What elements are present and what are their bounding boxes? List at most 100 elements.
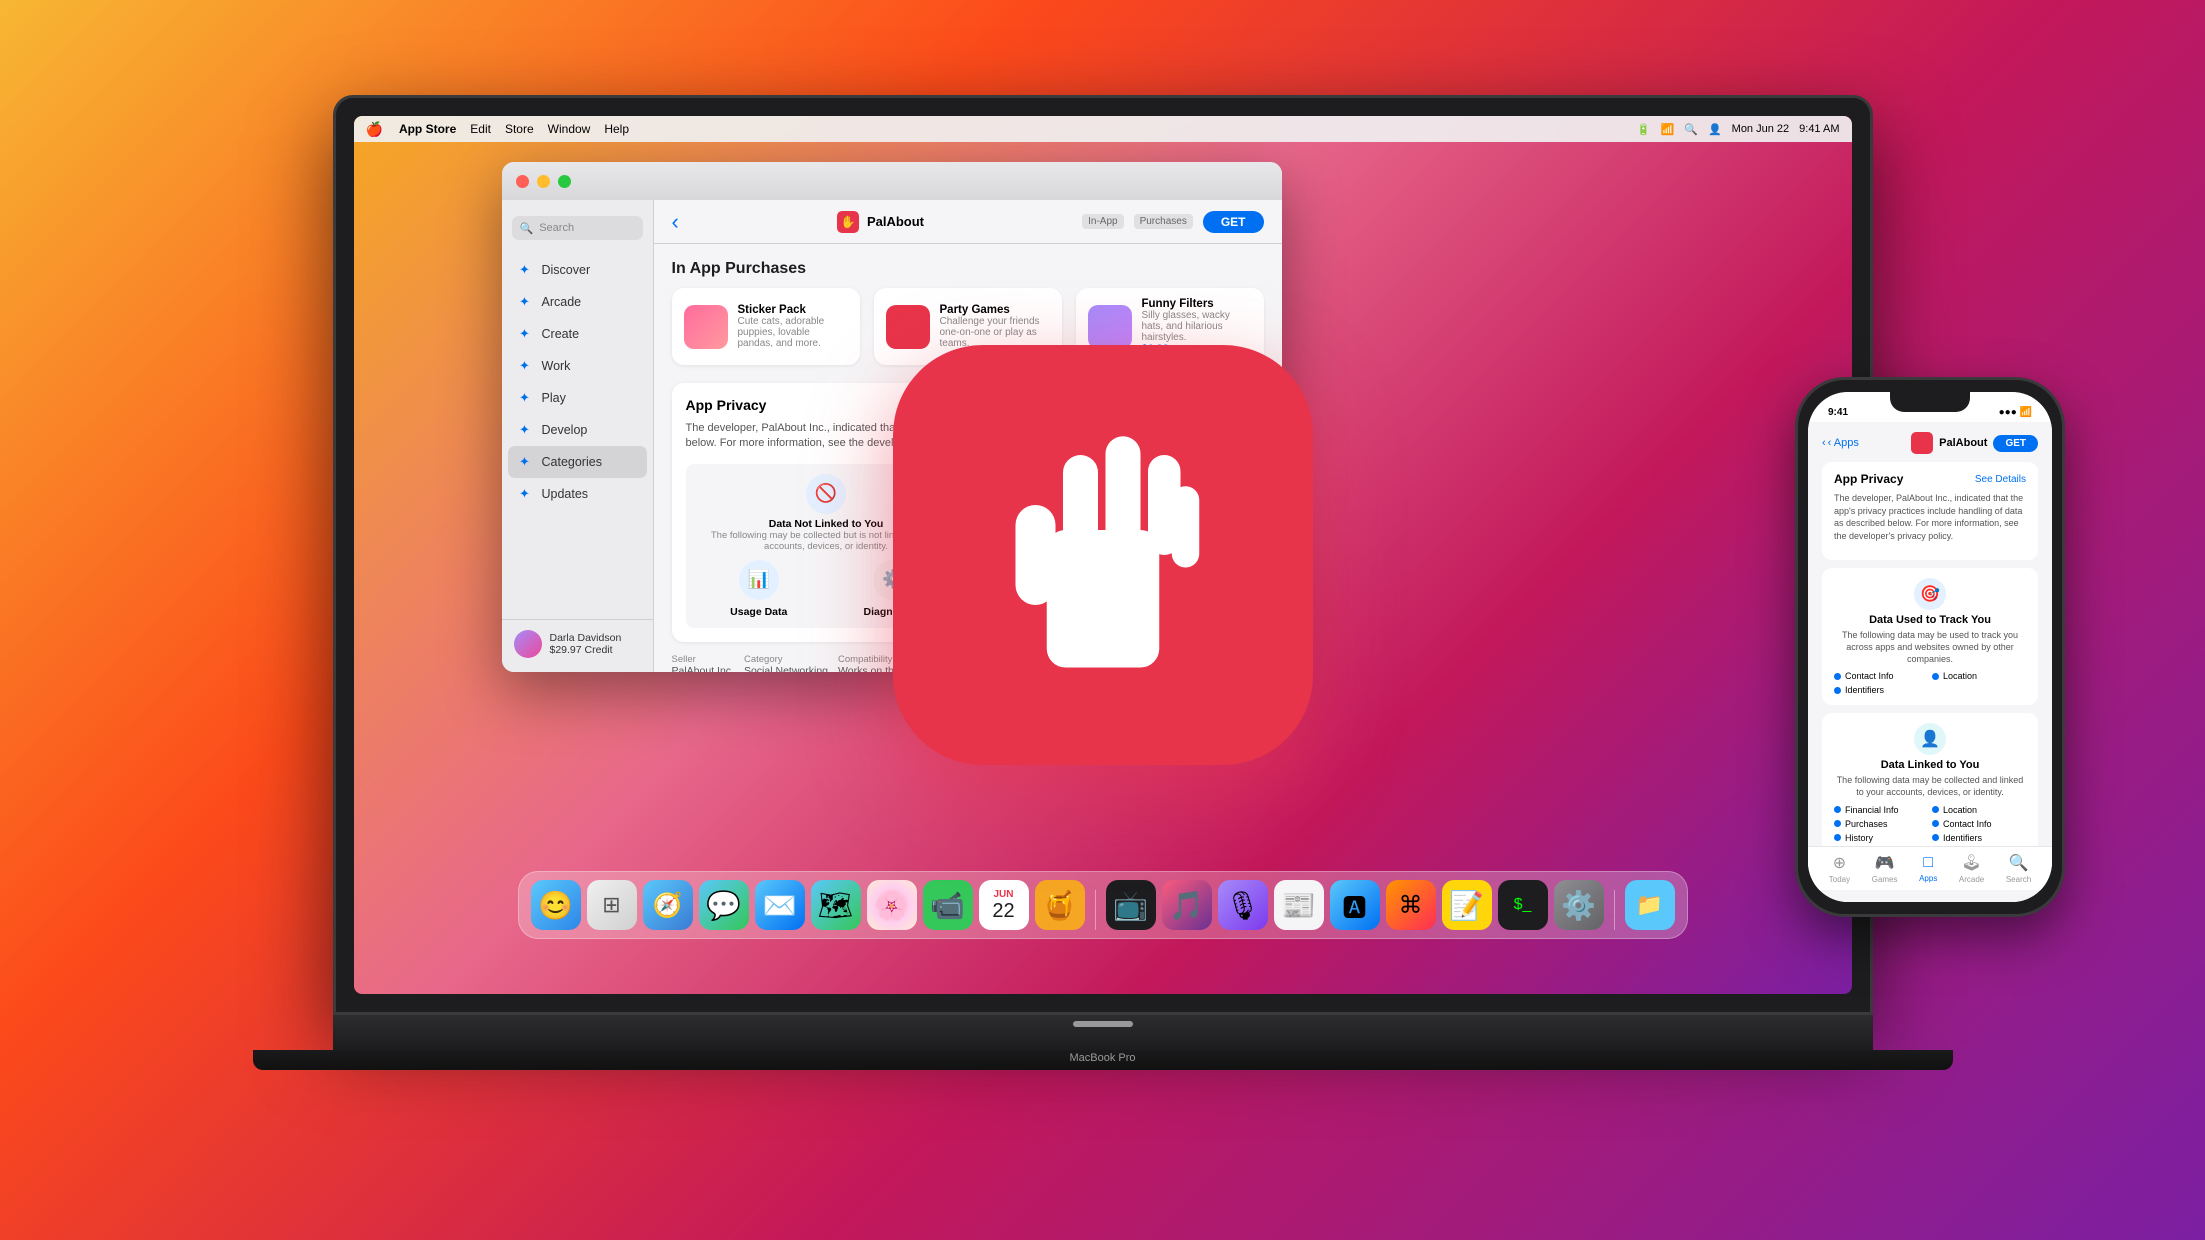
user-credit: $29.97 Credit [550,644,622,656]
screen-content: 🍎 App Store Edit Store Window Help 🔋 [354,116,1852,994]
dock-launchpad[interactable]: ⊞ [587,880,637,930]
category-label: Category [744,654,828,665]
dock-facetime[interactable]: 📹 [923,880,973,930]
iphone-linked-icon: 👤 [1914,723,1946,755]
hand-stop-icon [973,405,1233,705]
track-identifiers-item: Identifiers [1834,685,1928,695]
sidebar-label-develop: Develop [542,423,588,437]
menu-window[interactable]: Window [548,122,591,136]
date-display: Mon Jun 22 [1732,123,1789,135]
dock-calendar[interactable]: JUN 22 [979,880,1029,930]
iphone: 9:41 ●●● 📶 ‹ ‹ Apps PalAbout GET [1795,377,2065,917]
sidebar-item-develop[interactable]: ✦ Develop [502,414,653,446]
apple-menu-icon[interactable]: 🍎 [366,121,383,138]
iphone-back-button[interactable]: ‹ ‹ Apps [1822,437,1859,449]
dock-honey[interactable]: 🍯 [1035,880,1085,930]
linked-history: History [1834,833,1928,843]
iphone-time: 9:41 [1828,407,1848,418]
sidebar-item-play[interactable]: ✦ Play [502,382,653,414]
apps-icon: □ [1923,854,1933,872]
linked-identifiers-dot [1932,834,1939,841]
close-button[interactable] [516,175,529,188]
iphone-privacy-title: App Privacy [1834,472,1903,486]
maximize-button[interactable] [558,175,571,188]
app-name-header: PalAbout [867,214,924,229]
iphone-track-content: 🎯 Data Used to Track You The following d… [1834,578,2026,665]
iap-info-party: Party Games Challenge your friends one-o… [940,304,1050,349]
dock-finder-2[interactable]: 📁 [1625,880,1675,930]
sidebar-item-work[interactable]: ✦ Work [502,350,653,382]
linked-contact-dot [1932,820,1939,827]
menu-edit[interactable]: Edit [470,122,491,136]
search-placeholder: Search [539,222,574,234]
menu-help[interactable]: Help [604,122,629,136]
iphone-privacy-desc: The developer, PalAbout Inc., indicated … [1834,492,2026,542]
dock-mail[interactable]: ✉️ [755,880,805,930]
back-button[interactable]: ‹ [672,209,679,235]
linked-identifiers-label: Identifiers [1943,833,1982,843]
dock-messages[interactable]: 💬 [699,880,749,930]
app-title-bar: ✋ PalAbout [837,211,924,233]
dock-finder[interactable]: 😊 [531,880,581,930]
play-icon: ✦ [516,389,534,407]
get-button-header[interactable]: GET [1203,211,1264,233]
iap-name-party: Party Games [940,304,1050,316]
dock-safari[interactable]: 🧭 [643,880,693,930]
sidebar-label-discover: Discover [542,263,591,277]
dock-systemprefs[interactable]: ⚙️ [1554,880,1604,930]
dock-appstore[interactable]: 🅰 [1330,880,1380,930]
iphone-linked-content: 👤 Data Linked to You The following data … [1834,723,2026,798]
sidebar: 🔍 Search ✦ Discover ✦ [502,200,654,672]
dock-photos[interactable]: 🌸 [867,880,917,930]
iap-item-sticker[interactable]: Sticker Pack Cute cats, adorable puppies… [672,288,860,365]
search-footer-label: Search [2006,875,2031,884]
dock-maps[interactable]: 🗺 [811,880,861,930]
sidebar-item-updates[interactable]: ✦ Updates [502,478,653,510]
iphone-footer-arcade[interactable]: 🕹 Arcade [1959,853,1984,884]
user-name: Darla Davidson [550,632,622,644]
iphone-footer-today[interactable]: ⊕ Today [1829,853,1850,884]
main-header: ‹ ✋ PalAbout In-App Purchases GET [654,200,1282,244]
dock-shortcuts[interactable]: ⌘ [1386,880,1436,930]
menu-store[interactable]: Store [505,122,534,136]
sidebar-item-discover[interactable]: ✦ Discover [502,254,653,286]
menu-appstore[interactable]: App Store [399,122,456,136]
iphone-privacy-section: App Privacy See Details The developer, P… [1822,462,2038,560]
minimize-button[interactable] [537,175,550,188]
iphone-app-row: PalAbout GET [1911,432,2038,454]
not-linked-icon: 🚫 [806,474,846,514]
dock-appletv[interactable]: 📺 [1106,880,1156,930]
back-chevron: ‹ [1822,437,1826,449]
sidebar-item-arcade[interactable]: ✦ Arcade [502,286,653,318]
big-app-icon-bg [893,345,1313,765]
linked-identifiers: Identifiers [1932,833,2026,843]
dock-terminal[interactable]: $_ [1498,880,1548,930]
iap-section-title: In App Purchases [672,260,1264,278]
iphone-see-details[interactable]: See Details [1975,474,2026,485]
category-value: Social Networking [744,665,828,672]
dock-music[interactable]: 🎵 [1162,880,1212,930]
discover-icon: ✦ [516,261,534,279]
iphone-footer-search[interactable]: 🔍 Search [2006,853,2031,884]
sidebar-item-categories[interactable]: ✦ Categories [508,446,647,478]
sidebar-item-create[interactable]: ✦ Create [502,318,653,350]
privacy-title: App Privacy [686,397,767,413]
dock-news[interactable]: 📰 [1274,880,1324,930]
linked-financial-label: Financial Info [1845,805,1899,815]
today-label: Today [1829,875,1850,884]
iphone-get-button[interactable]: GET [1993,435,2038,452]
linked-history-dot [1834,834,1841,841]
menubar-left: 🍎 App Store Edit Store Window Help [366,121,630,138]
sidebar-user-section: Darla Davidson $29.97 Credit [502,619,654,668]
dock-separator [1095,890,1096,930]
iphone-linked-title: Data Linked to You [1834,759,2026,771]
iphone-footer-apps[interactable]: □ Apps [1919,854,1937,883]
app-icon-overlay [893,345,1313,765]
search-menubar-icon[interactable]: 🔍 [1684,123,1698,136]
dock-podcasts[interactable]: 🎙 [1218,880,1268,930]
dock-notes[interactable]: 📝 [1442,880,1492,930]
search-box[interactable]: 🔍 Search [512,216,643,240]
iphone-footer-games[interactable]: 🎮 Games [1872,853,1898,884]
games-label: Games [1872,875,1898,884]
games-icon: 🎮 [1875,853,1895,873]
